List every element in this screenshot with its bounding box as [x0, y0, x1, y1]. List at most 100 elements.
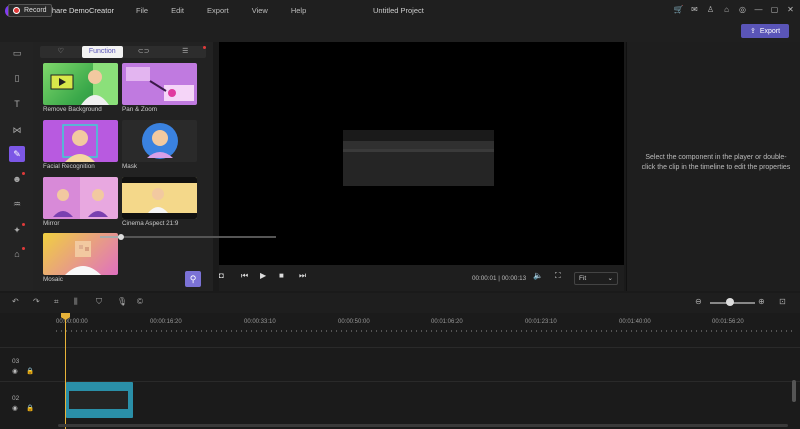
effect-label: Mirror [43, 220, 60, 227]
shield-icon[interactable]: ⛉ [96, 297, 102, 307]
preview-screen[interactable] [219, 42, 624, 265]
previous-frame-icon[interactable]: ⏮ [241, 271, 248, 281]
preview-content [343, 130, 494, 186]
effect-label: Pan & Zoom [122, 106, 157, 113]
lock-icon[interactable]: 🔒 [26, 404, 34, 412]
progress-knob[interactable] [118, 233, 125, 240]
folder-icon[interactable]: ▭ [11, 47, 23, 59]
file-icon[interactable]: ▯ [11, 72, 23, 84]
properties-panel: Select the component in the player or do… [626, 42, 800, 291]
project-title: Untitled Project [373, 6, 424, 15]
zoom-in-icon[interactable]: ⊕ [758, 297, 765, 306]
mail-icon[interactable]: ✉ [689, 4, 700, 16]
cart-icon[interactable]: 🛒 [673, 4, 684, 16]
play-icon[interactable]: ▶ [260, 271, 266, 280]
horizontal-scrollbar[interactable] [58, 424, 788, 427]
maximize-icon[interactable]: ▢ [769, 4, 780, 16]
screenshot-icon[interactable]: ◘ [219, 271, 224, 280]
gift-icon[interactable]: ⌂ [721, 4, 732, 16]
effect-label: Mosaic [43, 276, 63, 283]
effects-icon[interactable]: ✎ [9, 146, 25, 162]
effect-card-facial-recognition[interactable] [43, 120, 118, 162]
minimize-icon[interactable]: — [753, 4, 764, 16]
split-icon[interactable]: ⫼ [74, 297, 78, 307]
next-frame-icon[interactable]: ⏭ [299, 271, 306, 281]
export-button[interactable]: ⇪ Export [741, 24, 789, 38]
eye-icon[interactable]: ◉ [12, 404, 18, 412]
close-icon[interactable]: ✕ [785, 4, 796, 16]
effect-card-cinema-aspect[interactable] [122, 177, 197, 219]
video-clip[interactable] [66, 382, 133, 418]
record-button[interactable]: Record [8, 4, 52, 17]
sticker-icon[interactable]: ☻ [11, 173, 23, 185]
ruler-tick: 00:01:06:20 [431, 319, 463, 325]
zoom-out-icon[interactable]: ⊖ [695, 297, 702, 306]
title-bar: Wondershare DemoCreator File Edit Export… [0, 0, 800, 21]
menu-file[interactable]: File [136, 6, 148, 15]
ruler-tick: 00:01:23:10 [525, 319, 557, 325]
effect-card-remove-background[interactable] [43, 63, 118, 105]
store-icon[interactable]: ⌂ [11, 248, 23, 260]
player-panel: ◘ ⏮ ▶ ■ ⏭ 🔈 ⛶ [219, 42, 624, 291]
tab-favorites[interactable]: ♡ [40, 46, 82, 58]
volume-icon[interactable]: 🔈 [533, 271, 543, 280]
effect-card-mask[interactable] [122, 120, 197, 162]
stop-icon[interactable]: ■ [279, 271, 284, 280]
ruler-tick: 00:01:40:00 [619, 319, 651, 325]
support-icon[interactable]: ◎ [737, 4, 748, 16]
ruler-tick: 00:00:16:20 [150, 319, 182, 325]
pan-zoom-thumbnail [126, 67, 194, 101]
search-button[interactable]: ⚲ [185, 271, 201, 287]
pin-icon[interactable]: ✦ [11, 224, 23, 236]
lock-icon[interactable]: 🔒 [26, 367, 34, 375]
transition-icon[interactable]: ⋈ [11, 124, 23, 136]
effect-card-pan-zoom[interactable] [122, 63, 197, 105]
microphone-icon[interactable]: 🎙 [117, 297, 127, 306]
mosaic-thumbnail [65, 241, 101, 275]
chevron-down-icon: ⌄ [607, 275, 613, 282]
tab-function[interactable]: Function [81, 46, 123, 58]
text-icon[interactable]: T [11, 98, 23, 110]
vertical-scrollbar[interactable] [792, 380, 796, 402]
playback-progress[interactable] [100, 233, 276, 240]
timeline-ruler[interactable] [56, 330, 796, 332]
notification-dot [22, 247, 25, 250]
menu-export[interactable]: Export [207, 6, 229, 15]
menu-edit[interactable]: Edit [171, 6, 184, 15]
effect-card-mirror[interactable] [43, 177, 118, 219]
crop-icon[interactable]: ⌗ [54, 297, 59, 307]
facial-recognition-thumbnail [62, 124, 98, 162]
notification-dot [203, 46, 206, 49]
notification-dot [22, 223, 25, 226]
preview-toolbar [343, 130, 494, 141]
clip-thumbnail [69, 391, 128, 409]
caption-icon[interactable]: © [137, 297, 143, 306]
window-controls: 🛒 ✉ ♙ ⌂ ◎ — ▢ ✕ [673, 4, 796, 16]
menu-bar: File Edit Export View Help [136, 6, 329, 15]
tab-toggle[interactable]: ⊂⊃ [123, 46, 165, 58]
audio-icon[interactable]: ♒ [11, 198, 23, 210]
tab-list[interactable]: ☰ [165, 46, 207, 58]
sidebar: ▭ ▯ T ⋈ ✎ ☻ ♒ ✦ ⌂ [0, 42, 33, 291]
menu-view[interactable]: View [252, 6, 268, 15]
fit-timeline-icon[interactable]: ⊡ [779, 297, 786, 306]
cinema-aspect-thumbnail [122, 177, 197, 219]
playhead[interactable] [65, 315, 66, 429]
menu-help[interactable]: Help [291, 6, 306, 15]
account-icon[interactable]: ♙ [705, 4, 716, 16]
record-label: Record [24, 7, 47, 14]
mask-thumbnail [142, 123, 178, 159]
record-icon [13, 7, 20, 14]
redo-icon[interactable]: ↷ [33, 297, 40, 306]
fullscreen-icon[interactable]: ⛶ [555, 271, 561, 281]
eye-icon[interactable]: ◉ [12, 367, 18, 375]
effect-card-mosaic[interactable] [43, 233, 118, 275]
ruler-tick: 00:00:50:00 [338, 319, 370, 325]
undo-icon[interactable]: ↶ [12, 297, 19, 306]
export-label: Export [759, 27, 781, 35]
track-number: 03 [12, 358, 20, 365]
preview-ruler [343, 141, 494, 149]
effect-label: Facial Recognition [43, 163, 95, 170]
fit-select[interactable]: Fit ⌄ [574, 272, 618, 285]
top-toolbar [0, 21, 800, 42]
